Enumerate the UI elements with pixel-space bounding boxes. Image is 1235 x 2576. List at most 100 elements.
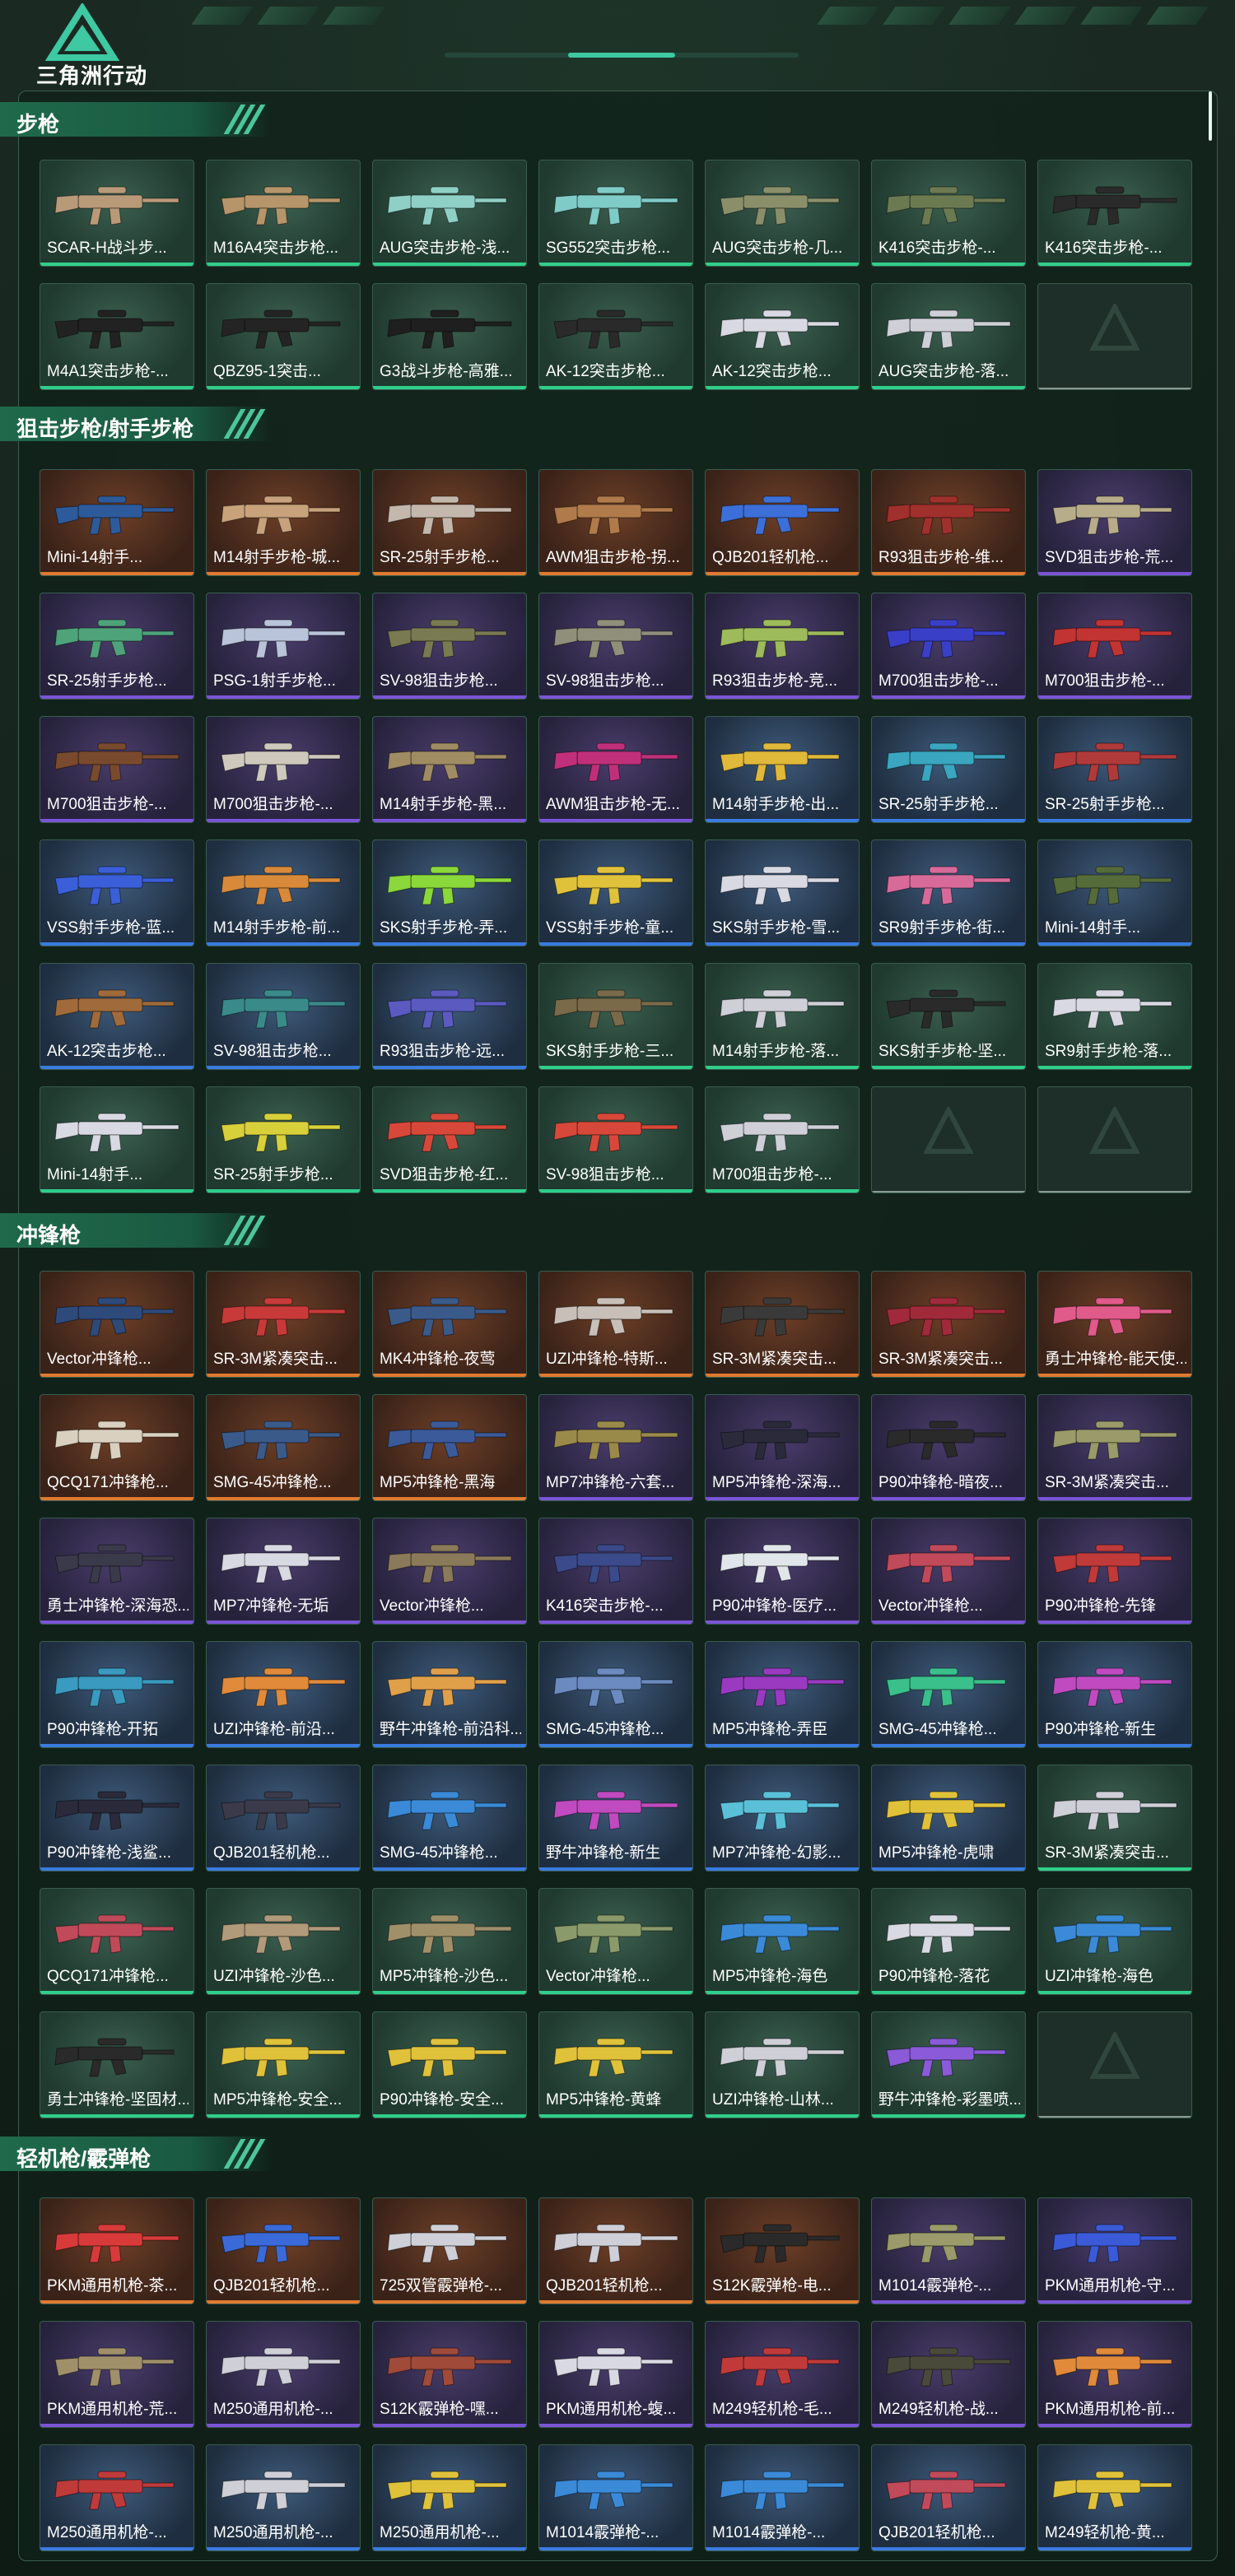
weapon-card[interactable]: M700狙击步枪-... xyxy=(40,716,194,823)
weapon-card[interactable]: QJB201轻机枪... xyxy=(206,2197,361,2304)
weapon-card[interactable]: S12K霰弹枪-嘿... xyxy=(372,2321,527,2428)
weapon-card[interactable]: P90冲锋枪-医疗... xyxy=(705,1518,860,1625)
weapon-card[interactable]: UZI冲锋枪-山林... xyxy=(705,2011,860,2118)
weapon-card[interactable]: M249轻机枪-毛... xyxy=(705,2321,860,2428)
weapon-card[interactable]: SG552突击步枪... xyxy=(538,160,693,267)
weapon-card[interactable]: UZI冲锋枪-海色 xyxy=(1037,1888,1192,1995)
weapon-card[interactable]: SR-25射手步枪... xyxy=(40,593,194,700)
weapon-card[interactable]: PKM通用机枪-前... xyxy=(1037,2321,1192,2428)
weapon-card[interactable]: Vector冲锋枪... xyxy=(871,1518,1026,1625)
weapon-card[interactable]: SR-25射手步枪... xyxy=(1037,716,1192,823)
weapon-card[interactable]: M249轻机枪-战... xyxy=(871,2321,1026,2428)
weapon-card[interactable]: K416突击步枪-... xyxy=(1037,160,1192,267)
weapon-card[interactable]: M4A1突击步枪-... xyxy=(40,283,194,390)
weapon-card[interactable]: P90冲锋枪-暗夜... xyxy=(871,1394,1026,1501)
weapon-card[interactable]: SV-98狙击步枪... xyxy=(206,963,361,1070)
weapon-card[interactable]: Mini-14射手... xyxy=(40,469,194,576)
weapon-card[interactable]: Mini-14射手... xyxy=(40,1086,194,1193)
weapon-card[interactable]: M250通用机枪-... xyxy=(372,2444,527,2551)
weapon-card[interactable]: M249轻机枪-黄... xyxy=(1037,2444,1192,2551)
weapon-card[interactable]: QJB201轻机枪... xyxy=(705,469,860,576)
weapon-card[interactable]: 野牛冲锋枪-新生 xyxy=(538,1765,693,1872)
weapon-card[interactable]: M14射手步枪-前... xyxy=(206,839,361,946)
weapon-card[interactable]: SKS射手步枪-坚... xyxy=(871,963,1026,1070)
weapon-card[interactable]: P90冲锋枪-新生 xyxy=(1037,1641,1192,1748)
weapon-card[interactable]: M250通用机枪-... xyxy=(40,2444,194,2551)
weapon-card[interactable]: MP5冲锋枪-海色 xyxy=(705,1888,860,1995)
weapon-card[interactable]: Vector冲锋枪... xyxy=(538,1888,693,1995)
weapon-card[interactable]: P90冲锋枪-先锋 xyxy=(1037,1518,1192,1625)
weapon-card[interactable]: UZI冲锋枪-特斯... xyxy=(538,1271,693,1378)
weapon-card[interactable]: PKM通用机枪-茶... xyxy=(40,2197,194,2304)
weapon-card[interactable]: MP5冲锋枪-弄臣 xyxy=(705,1641,860,1748)
weapon-card[interactable]: UZI冲锋枪-沙色... xyxy=(206,1888,361,1995)
weapon-card[interactable]: G3战斗步枪-高雅... xyxy=(372,283,527,390)
weapon-card[interactable]: MK4冲锋枪-夜莺 xyxy=(372,1271,527,1378)
weapon-card[interactable]: QJB201轻机枪... xyxy=(206,1765,361,1872)
weapon-card[interactable]: 725双管霰弹枪-... xyxy=(372,2197,527,2304)
weapon-card[interactable]: SMG-45冲锋枪... xyxy=(538,1641,693,1748)
weapon-card[interactable]: SR-3M紧凑突击... xyxy=(1037,1394,1192,1501)
weapon-card[interactable]: P90冲锋枪-安全... xyxy=(372,2011,527,2118)
weapon-card[interactable]: SKS射手步枪-弄... xyxy=(372,839,527,946)
weapon-card[interactable]: MP5冲锋枪-安全... xyxy=(206,2011,361,2118)
weapon-card[interactable]: PSG-1射手步枪... xyxy=(206,593,361,700)
weapon-card[interactable]: SR-3M紧凑突击... xyxy=(871,1271,1026,1378)
weapon-card[interactable]: M700狙击步枪-... xyxy=(871,593,1026,700)
weapon-card[interactable]: SV-98狙击步枪... xyxy=(538,1086,693,1193)
weapon-card[interactable]: M14射手步枪-出... xyxy=(705,716,860,823)
weapon-card[interactable]: R93狙击步枪-维... xyxy=(871,469,1026,576)
weapon-card[interactable]: M700狙击步枪-... xyxy=(206,716,361,823)
weapon-card[interactable]: SVD狙击步枪-荒... xyxy=(1037,469,1192,576)
weapon-card[interactable]: QCQ171冲锋枪... xyxy=(40,1394,194,1501)
weapon-card[interactable]: Mini-14射手... xyxy=(1037,839,1192,946)
weapon-card[interactable]: SR-25射手步枪... xyxy=(372,469,527,576)
weapon-card[interactable]: K416突击步枪-... xyxy=(871,160,1026,267)
weapon-card[interactable]: MP7冲锋枪-六套... xyxy=(538,1394,693,1501)
weapon-card[interactable]: 勇士冲锋枪-坚固材... xyxy=(40,2011,194,2118)
weapon-card[interactable]: VSS射手步枪-童... xyxy=(538,839,693,946)
weapon-card[interactable]: SV-98狙击步枪... xyxy=(372,593,527,700)
weapon-card[interactable]: SR-3M紧凑突击... xyxy=(705,1271,860,1378)
weapon-card[interactable]: PKM通用机枪-守... xyxy=(1037,2197,1192,2304)
weapon-card[interactable]: QBZ95-1突击... xyxy=(206,283,361,390)
weapon-card[interactable]: SR-25射手步枪... xyxy=(206,1086,361,1193)
weapon-card[interactable]: SKS射手步枪-雪... xyxy=(705,839,860,946)
weapon-card[interactable]: MP7冲锋枪-无垢 xyxy=(206,1518,361,1625)
weapon-card[interactable]: SMG-45冲锋枪... xyxy=(372,1765,527,1872)
weapon-card[interactable]: SV-98狙击步枪... xyxy=(538,593,693,700)
weapon-card[interactable]: VSS射手步枪-蓝... xyxy=(40,839,194,946)
weapon-card[interactable]: 野牛冲锋枪-彩墨喷... xyxy=(871,2011,1026,2118)
weapon-card[interactable]: AK-12突击步枪... xyxy=(40,963,194,1070)
weapon-card[interactable]: AUG突击步枪-几... xyxy=(705,160,860,267)
weapon-card[interactable]: MP5冲锋枪-黄蜂 xyxy=(538,2011,693,2118)
weapon-card[interactable]: M250通用机枪-... xyxy=(206,2321,361,2428)
weapon-card[interactable]: 勇士冲锋枪-能天使... xyxy=(1037,1271,1192,1378)
weapon-card[interactable]: SKS射手步枪-三... xyxy=(538,963,693,1070)
weapon-card[interactable]: SMG-45冲锋枪... xyxy=(206,1394,361,1501)
weapon-card[interactable]: SR-3M紧凑突击... xyxy=(1037,1765,1192,1872)
weapon-card[interactable]: P90冲锋枪-浅鲨... xyxy=(40,1765,194,1872)
weapon-card[interactable]: M14射手步枪-黑... xyxy=(372,716,527,823)
weapon-card[interactable]: Vector冲锋枪... xyxy=(40,1271,194,1378)
weapon-card[interactable]: SR9射手步枪-街... xyxy=(871,839,1026,946)
weapon-card[interactable]: AWM狙击步枪-无... xyxy=(538,716,693,823)
weapon-card[interactable]: R93狙击步枪-远... xyxy=(372,963,527,1070)
weapon-card[interactable]: QCQ171冲锋枪... xyxy=(40,1888,194,1995)
weapon-card[interactable]: M1014霰弹枪-... xyxy=(705,2444,860,2551)
weapon-card[interactable]: SVD狙击步枪-红... xyxy=(372,1086,527,1193)
weapon-card[interactable]: SCAR-H战斗步... xyxy=(40,160,194,267)
weapon-card[interactable]: R93狙击步枪-竞... xyxy=(705,593,860,700)
weapon-card[interactable]: M1014霰弹枪-... xyxy=(538,2444,693,2551)
weapon-card[interactable]: UZI冲锋枪-前沿... xyxy=(206,1641,361,1748)
weapon-card[interactable]: PKM通用机枪-蝮... xyxy=(538,2321,693,2428)
weapon-card[interactable]: AUG突击步枪-浅... xyxy=(372,160,527,267)
weapon-card[interactable]: Vector冲锋枪... xyxy=(372,1518,527,1625)
weapon-card[interactable]: MP5冲锋枪-深海... xyxy=(705,1394,860,1501)
weapon-card[interactable]: M1014霰弹枪-... xyxy=(871,2197,1026,2304)
weapon-card[interactable]: K416突击步枪-... xyxy=(538,1518,693,1625)
weapon-card[interactable]: QJB201轻机枪... xyxy=(871,2444,1026,2551)
weapon-card[interactable]: PKM通用机枪-荒... xyxy=(40,2321,194,2428)
weapon-card[interactable]: MP7冲锋枪-幻影... xyxy=(705,1765,860,1872)
weapon-card[interactable]: MP5冲锋枪-沙色... xyxy=(372,1888,527,1995)
